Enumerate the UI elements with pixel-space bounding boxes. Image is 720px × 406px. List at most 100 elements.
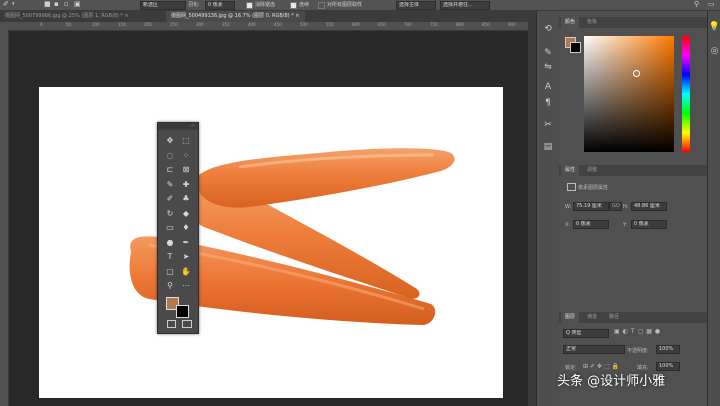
document-canvas[interactable] — [39, 87, 503, 398]
history-icon[interactable]: ⟲ — [541, 23, 555, 35]
path-selection-tool-icon[interactable]: ➤ — [180, 251, 192, 262]
magic-wand-tool-icon[interactable]: ⁘ — [180, 150, 192, 161]
select-and-mask-button[interactable]: 选择并遮住... — [440, 1, 490, 10]
chevron-down-icon[interactable]: ▾ — [12, 1, 15, 7]
hand-tool-icon[interactable]: ✋ — [180, 266, 192, 277]
far-right-column: 💡 ◎ — [707, 11, 720, 406]
color-background-swatch[interactable] — [570, 42, 581, 53]
brush-settings-icon[interactable]: ✎ — [541, 47, 555, 59]
color-picker-ring[interactable] — [633, 70, 640, 77]
tab-swatches[interactable]: 色板 — [583, 17, 601, 28]
blur-tool-icon[interactable]: ♦ — [180, 222, 192, 233]
ruler-tick-label: 550 — [326, 22, 334, 27]
learn-icon[interactable]: 💡 — [708, 21, 720, 33]
lock-icons[interactable]: ⊞✐✥⬚🔒 — [583, 363, 621, 370]
dodge-tool-icon[interactable]: ● — [164, 237, 176, 248]
move-tool-icon[interactable]: ✥ — [164, 135, 176, 146]
antialias-label: 消除锯齿 — [255, 2, 276, 8]
tab-layers[interactable]: 图层 — [561, 312, 580, 323]
libraries-icon[interactable]: ▤ — [541, 141, 555, 153]
add-selection-icon[interactable]: ▪ — [54, 0, 59, 8]
eyedropper-tool-icon[interactable]: ✎ — [164, 179, 176, 190]
height-input[interactable]: 48.86 厘米 — [631, 202, 667, 211]
width-input[interactable]: 75.19 厘米 — [573, 202, 609, 211]
quick-mask-icon[interactable] — [167, 320, 176, 328]
sample-all-checkbox[interactable] — [318, 2, 325, 9]
ruler-tick-label: 800 — [456, 22, 464, 27]
subtract-selection-icon[interactable]: ▫ — [64, 0, 69, 8]
tab-adjustments[interactable]: 调整 — [583, 165, 601, 176]
close-icon[interactable]: × — [125, 13, 129, 19]
y-label: Y: — [623, 222, 628, 228]
hue-slider[interactable] — [682, 36, 690, 152]
select-subject-button[interactable]: 选择主体 — [396, 1, 436, 10]
tab-document-1[interactable]: 摄图网_500799986.jpg @ 25% (图层 1, RGB/8) * … — [0, 11, 134, 22]
workspace-icon[interactable]: ▭ — [708, 0, 715, 8]
crop-tool-icon[interactable]: ⊏ — [164, 164, 176, 175]
y-input[interactable]: 0 像素 — [631, 220, 667, 229]
tab-document-2[interactable]: 摄图网_500499136.jpg @ 16.7% (图层 0, RGB/8) … — [166, 11, 305, 22]
paragraph-icon[interactable]: ¶ — [541, 97, 555, 109]
gradient-tool-icon[interactable]: ▭ — [164, 222, 176, 233]
eraser-tool-icon[interactable]: ◆ — [180, 208, 192, 219]
character-icon[interactable]: A — [541, 81, 555, 93]
tab-paths[interactable]: 路径 — [605, 312, 623, 323]
tools-panel: ‹‹ ✥ ⬚ ◌ ⁘ ⊏ ⊠ ✎ ✚ ✐ ♣ ↻ ◆ ▭ ♦ ● ✒ T ➤ ▢ ✋ ⚲ ⋯ — [157, 122, 199, 334]
tools-panel-header[interactable]: ‹‹ — [158, 123, 198, 130]
ruler-tick-label: 50 — [66, 22, 72, 27]
opacity-input[interactable]: 100% — [656, 345, 680, 354]
artboard-tool-icon[interactable]: ⬚ — [180, 135, 192, 146]
document-tabs: 摄图网_500799986.jpg @ 25% (图层 1, RGB/8) * … — [0, 11, 528, 22]
ruler-tick-label: 750 — [430, 22, 438, 27]
mode-select[interactable]: 新选区 — [140, 1, 186, 10]
ruler-tick-label: 250 — [170, 22, 178, 27]
w-label: W: — [565, 204, 572, 210]
zoom-tool-icon[interactable]: ⚲ — [164, 280, 176, 291]
clone-stamp-tool-icon[interactable]: ♣ — [180, 193, 192, 204]
x-input[interactable]: 0 像素 — [573, 220, 609, 229]
type-tool-icon[interactable]: T — [164, 251, 176, 262]
link-dimensions-button[interactable]: GO — [609, 202, 622, 211]
tab-properties[interactable]: 属性 — [561, 165, 580, 176]
ruler-tick-label: 600 — [352, 22, 360, 27]
layer-filter-icons[interactable]: ▣◐T▢▦● — [614, 328, 663, 335]
properties-panel-tabs: 属性 调整 — [559, 165, 707, 176]
contiguous-label: 连续 — [299, 2, 310, 8]
brush-tool-icon[interactable]: ✐ — [164, 193, 176, 204]
layer-filter-select[interactable]: Q 类型 — [563, 329, 609, 338]
rectangle-tool-icon[interactable]: ▢ — [164, 266, 176, 277]
edit-toolbar-icon[interactable]: ⋯ — [180, 280, 192, 291]
lasso-tool-icon[interactable]: ◌ — [164, 150, 176, 161]
search-icon[interactable]: ⚲ — [694, 0, 699, 8]
ruler-tick-label: 0 — [40, 22, 43, 27]
tab-channels[interactable]: 通道 — [583, 312, 601, 323]
antialias-checkbox[interactable] — [246, 2, 253, 9]
color-panel-tabs: 颜色 色板 — [559, 17, 707, 28]
watermark: 头条 @设计师小雅 — [557, 374, 666, 389]
new-selection-icon[interactable]: ■ — [44, 0, 51, 8]
background-color-swatch[interactable] — [176, 305, 189, 318]
healing-brush-tool-icon[interactable]: ✚ — [180, 179, 192, 190]
feather-input[interactable]: 0 像素 — [205, 1, 235, 10]
adjust-icon[interactable]: ⇋ — [541, 61, 555, 73]
intersect-selection-icon[interactable]: ▣ — [74, 0, 81, 8]
close-icon[interactable]: × — [295, 13, 299, 19]
ruler-horizontal: 0 50 100 150 200 250 300 350 400 450 500 550 600 650 7… — [8, 22, 528, 31]
tab-color[interactable]: 颜色 — [561, 17, 580, 28]
contiguous-checkbox[interactable] — [290, 2, 297, 9]
panel-icon-column: ⟲ ✎ ⇋ A ¶ ✂ ▤ — [536, 11, 560, 406]
ruler-tick-label: 300 — [196, 22, 204, 27]
collapse-icon[interactable]: ‹‹ — [191, 123, 195, 129]
magic-wand-tool-icon[interactable]: ✐ — [3, 0, 9, 8]
history-brush-tool-icon[interactable]: ↻ — [164, 208, 176, 219]
frame-tool-icon[interactable]: ⊠ — [180, 164, 192, 175]
blend-mode-select[interactable]: 正常 — [563, 345, 625, 354]
ruler-tick-label: 200 — [144, 22, 152, 27]
pen-tool-icon[interactable]: ✒ — [180, 237, 192, 248]
right-panel: 颜色 色板 属性 调整 像素图层属性 W: 75.19 厘米 GO H: 48.… — [559, 11, 707, 406]
libraries-panel-icon[interactable]: ◎ — [708, 45, 720, 57]
color-field[interactable] — [584, 36, 674, 152]
actions-icon[interactable]: ✂ — [541, 119, 555, 131]
opacity-label: 不透明度: — [627, 348, 649, 354]
screen-mode-icon[interactable] — [182, 320, 192, 328]
